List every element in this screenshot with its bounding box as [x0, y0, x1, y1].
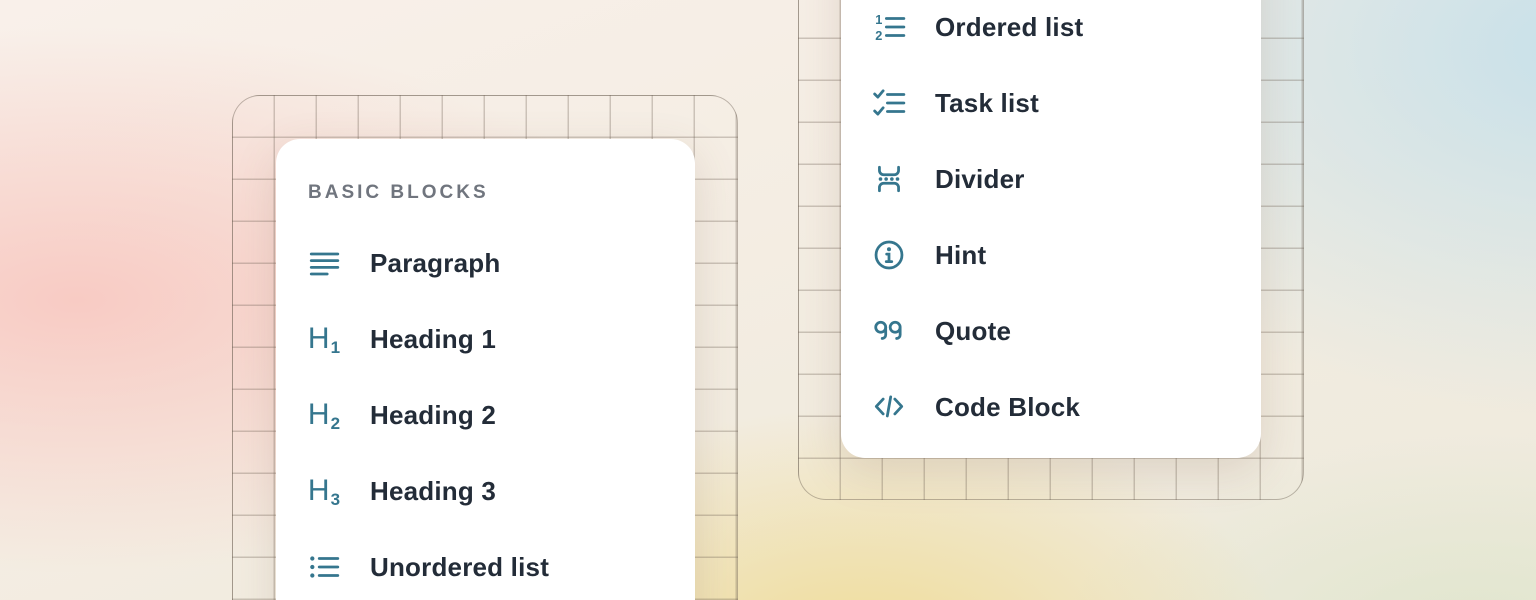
h-glyph: H [308, 476, 330, 506]
menu-item-label: Heading 2 [370, 400, 496, 430]
basic-blocks-menu: BASIC BLOCKS Paragraph H1 Heading 1 [276, 139, 695, 600]
divider-icon [871, 161, 907, 197]
paragraph-icon [306, 245, 342, 281]
menu-items-list: Paragraph H1 Heading 1 H2 Heading 2 H3 H… [276, 225, 695, 600]
quote-icon [871, 313, 907, 349]
h-sub-digit: 2 [331, 415, 340, 432]
menu-item-label: Quote [935, 316, 1011, 346]
menu-items-list: 1 2 Ordered list [841, 0, 1261, 445]
heading-2-icon: H2 [306, 397, 342, 433]
menu-item-label: Divider [935, 164, 1025, 194]
page-background: BASIC BLOCKS Paragraph H1 Heading 1 [0, 0, 1536, 600]
menu-item-label: Code Block [935, 392, 1080, 422]
hint-icon [871, 237, 907, 273]
h-sub-digit: 1 [331, 339, 340, 356]
menu-item-divider[interactable]: Divider [841, 141, 1261, 217]
unordered-list-icon [306, 549, 342, 585]
heading-3-icon: H3 [306, 473, 342, 509]
menu-item-task-list[interactable]: Task list [841, 65, 1261, 141]
h-glyph: H [308, 400, 330, 430]
menu-item-heading-1[interactable]: H1 Heading 1 [276, 301, 695, 377]
menu-item-label: Hint [935, 240, 986, 270]
menu-item-heading-2[interactable]: H2 Heading 2 [276, 377, 695, 453]
menu-item-hint[interactable]: Hint [841, 217, 1261, 293]
menu-item-ordered-list[interactable]: 1 2 Ordered list [841, 0, 1261, 65]
h-sub-digit: 3 [331, 491, 340, 508]
blocks-menu-right: 1 2 Ordered list [841, 0, 1261, 458]
menu-item-label: Heading 3 [370, 476, 496, 506]
menu-item-quote[interactable]: Quote [841, 293, 1261, 369]
heading-1-icon: H1 [306, 321, 342, 357]
task-list-icon [871, 85, 907, 121]
code-block-icon [871, 389, 907, 425]
ordered-digit-1: 1 [875, 12, 882, 27]
menu-item-code-block[interactable]: Code Block [841, 369, 1261, 445]
section-label: BASIC BLOCKS [308, 183, 695, 203]
ordered-list-icon: 1 2 [871, 9, 907, 45]
menu-item-paragraph[interactable]: Paragraph [276, 225, 695, 301]
menu-item-label: Task list [935, 88, 1039, 118]
menu-item-label: Unordered list [370, 552, 549, 582]
ordered-digit-2: 2 [875, 28, 882, 43]
menu-item-label: Paragraph [370, 248, 500, 278]
menu-item-label: Ordered list [935, 12, 1083, 42]
menu-item-label: Heading 1 [370, 324, 496, 354]
menu-item-heading-3[interactable]: H3 Heading 3 [276, 453, 695, 529]
h-glyph: H [308, 324, 330, 354]
menu-item-unordered-list[interactable]: Unordered list [276, 529, 695, 600]
